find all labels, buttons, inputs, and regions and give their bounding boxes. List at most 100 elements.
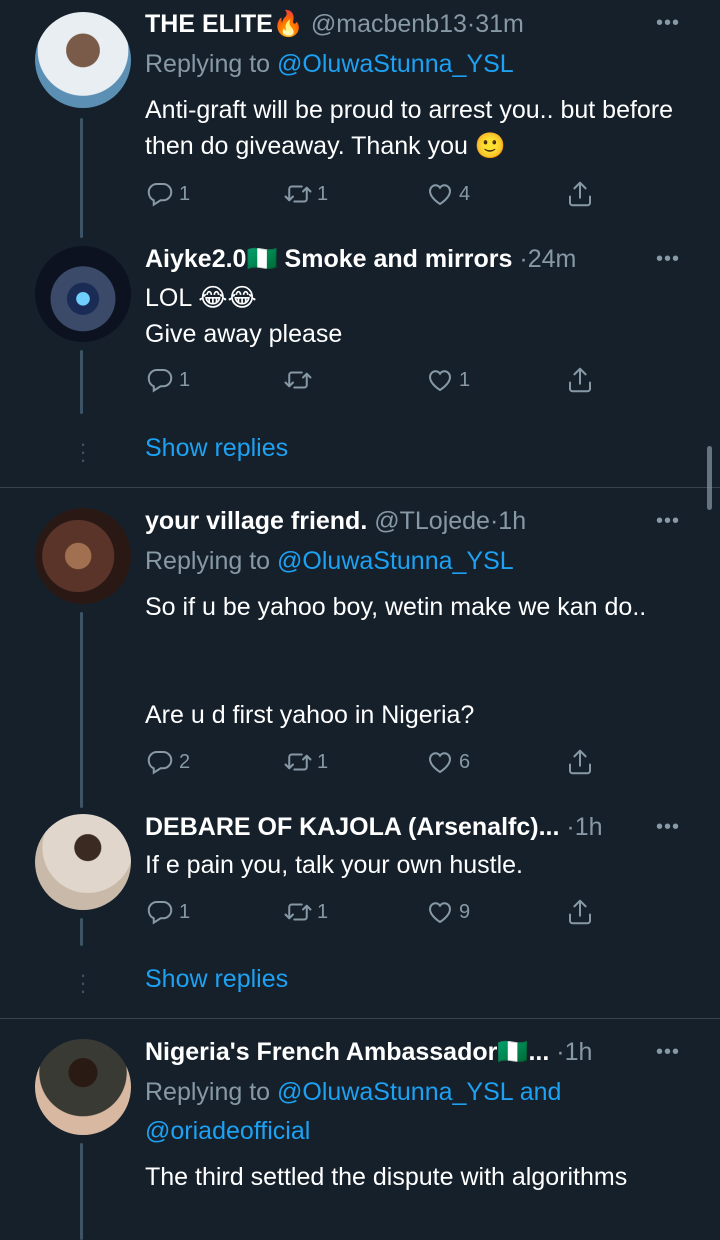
separator: · bbox=[466, 10, 476, 38]
share-icon bbox=[565, 747, 595, 777]
tweet-actions: 1 1 4 bbox=[145, 179, 605, 209]
tweet-header: Nigeria's French Ambassador🇳🇬... ·1h bbox=[145, 1036, 592, 1068]
thread-line bbox=[80, 118, 83, 238]
tweet-actions: 2 1 6 bbox=[145, 747, 605, 777]
share-button[interactable] bbox=[565, 897, 595, 927]
avatar[interactable] bbox=[35, 1039, 131, 1135]
retweet-count: 1 bbox=[317, 900, 329, 923]
like-button[interactable]: 1 bbox=[425, 365, 470, 395]
share-icon bbox=[565, 365, 595, 395]
replying-label: Replying to bbox=[145, 547, 271, 575]
like-icon bbox=[425, 747, 455, 777]
timestamp[interactable]: 31m bbox=[475, 10, 524, 38]
retweet-count: 1 bbox=[317, 182, 329, 205]
display-name[interactable]: THE ELITE🔥 bbox=[145, 10, 304, 38]
tweet-text-line: Are u d first yahoo in Nigeria? bbox=[145, 701, 475, 729]
separator: · bbox=[556, 1038, 565, 1066]
replying-to: Replying to @OluwaStunna_YSL bbox=[145, 545, 514, 577]
more-icon[interactable]: ••• bbox=[656, 510, 680, 533]
share-button[interactable] bbox=[565, 365, 595, 395]
scrollbar-thumb[interactable] bbox=[707, 446, 712, 510]
retweet-icon bbox=[283, 179, 313, 209]
reply-count: 1 bbox=[179, 368, 191, 391]
reply-button[interactable]: 1 bbox=[145, 897, 190, 927]
retweet-button[interactable] bbox=[283, 365, 317, 395]
thread-line bbox=[80, 918, 83, 946]
replying-and: and bbox=[519, 1078, 562, 1106]
reply-button[interactable]: 1 bbox=[145, 365, 190, 395]
retweet-button[interactable]: 1 bbox=[283, 747, 328, 777]
share-button[interactable] bbox=[565, 747, 595, 777]
thread-line bbox=[80, 350, 83, 414]
reply-icon bbox=[145, 897, 175, 927]
reply-icon bbox=[145, 747, 175, 777]
like-button[interactable]: 9 bbox=[425, 897, 470, 927]
retweet-icon bbox=[283, 747, 313, 777]
tweet-text: If e pain you, talk your own hustle. bbox=[145, 851, 523, 879]
like-icon bbox=[425, 897, 455, 927]
more-icon[interactable]: ••• bbox=[656, 248, 680, 271]
divider bbox=[0, 1018, 720, 1019]
timestamp[interactable]: 1h bbox=[565, 1038, 593, 1066]
retweet-icon bbox=[283, 365, 313, 395]
show-replies-link[interactable]: Show replies bbox=[145, 965, 288, 994]
more-icon[interactable]: ••• bbox=[656, 816, 680, 839]
tweet-header: your village friend. @TLojede·1h bbox=[145, 505, 526, 537]
retweet-count: 1 bbox=[317, 750, 329, 773]
tweet-text-line: LOL 😂😂 bbox=[145, 284, 257, 312]
handle[interactable]: @macbenb13 bbox=[311, 10, 467, 38]
mention-link[interactable]: @oriadeofficial bbox=[145, 1117, 310, 1145]
handle[interactable]: @TLojede bbox=[374, 507, 490, 535]
tweet-header: Aiyke2.0🇳🇬 Smoke and mirrors ·24m bbox=[145, 243, 576, 275]
reply-button[interactable]: 2 bbox=[145, 747, 190, 777]
like-count: 4 bbox=[459, 182, 471, 205]
tweet-actions: 1 1 9 bbox=[145, 897, 605, 927]
avatar[interactable] bbox=[35, 246, 131, 342]
display-name[interactable]: Nigeria's French Ambassador🇳🇬... bbox=[145, 1038, 549, 1066]
share-icon bbox=[565, 897, 595, 927]
more-icon[interactable]: ••• bbox=[656, 1041, 680, 1064]
avatar[interactable] bbox=[35, 814, 131, 910]
reply-count: 1 bbox=[179, 182, 191, 205]
avatar[interactable] bbox=[35, 508, 131, 604]
retweet-button[interactable]: 1 bbox=[283, 897, 328, 927]
display-name[interactable]: Aiyke2.0🇳🇬 Smoke and mirrors bbox=[145, 245, 512, 273]
avatar[interactable] bbox=[35, 12, 131, 108]
divider bbox=[0, 487, 720, 488]
reply-icon bbox=[145, 365, 175, 395]
timestamp[interactable]: 1h bbox=[575, 813, 603, 841]
more-icon[interactable]: ••• bbox=[656, 12, 680, 35]
like-button[interactable]: 4 bbox=[425, 179, 470, 209]
tweet-actions: 1 1 bbox=[145, 365, 605, 395]
tweet-text-line: Give away please bbox=[145, 320, 343, 348]
tweet-text: The third settled the dispute with algor… bbox=[145, 1163, 628, 1191]
reply-count: 1 bbox=[179, 900, 191, 923]
display-name[interactable]: your village friend. bbox=[145, 507, 367, 535]
mention-link[interactable]: @OluwaStunna_YSL bbox=[277, 1078, 513, 1106]
like-count: 1 bbox=[459, 368, 471, 391]
mention-link[interactable]: @OluwaStunna_YSL bbox=[277, 547, 514, 575]
replying-to-second: @oriadeofficial bbox=[145, 1115, 310, 1147]
separator: · bbox=[566, 813, 575, 841]
like-count: 9 bbox=[459, 900, 471, 923]
replying-to: Replying to @OluwaStunna_YSL bbox=[145, 48, 514, 80]
reply-button[interactable]: 1 bbox=[145, 179, 190, 209]
thread-line bbox=[80, 612, 83, 808]
tweet-header: DEBARE OF KAJOLA (Arsenalfc)... ·1h bbox=[145, 811, 603, 843]
mention-link[interactable]: @OluwaStunna_YSL bbox=[277, 50, 514, 78]
replying-label: Replying to bbox=[145, 50, 271, 78]
share-button[interactable] bbox=[565, 179, 595, 209]
timestamp[interactable]: 1h bbox=[498, 507, 526, 535]
retweet-button[interactable]: 1 bbox=[283, 179, 328, 209]
thread-line bbox=[80, 1143, 83, 1240]
timestamp[interactable]: 24m bbox=[528, 245, 577, 273]
show-replies-link[interactable]: Show replies bbox=[145, 434, 288, 463]
tweet-header: THE ELITE🔥 @macbenb13·31m bbox=[145, 8, 524, 40]
thread-ellipsis-icon: · · · bbox=[79, 962, 87, 1003]
reply-count: 2 bbox=[179, 750, 191, 773]
like-count: 6 bbox=[459, 750, 471, 773]
share-icon bbox=[565, 179, 595, 209]
like-icon bbox=[425, 365, 455, 395]
display-name[interactable]: DEBARE OF KAJOLA (Arsenalfc)... bbox=[145, 813, 559, 841]
like-button[interactable]: 6 bbox=[425, 747, 470, 777]
